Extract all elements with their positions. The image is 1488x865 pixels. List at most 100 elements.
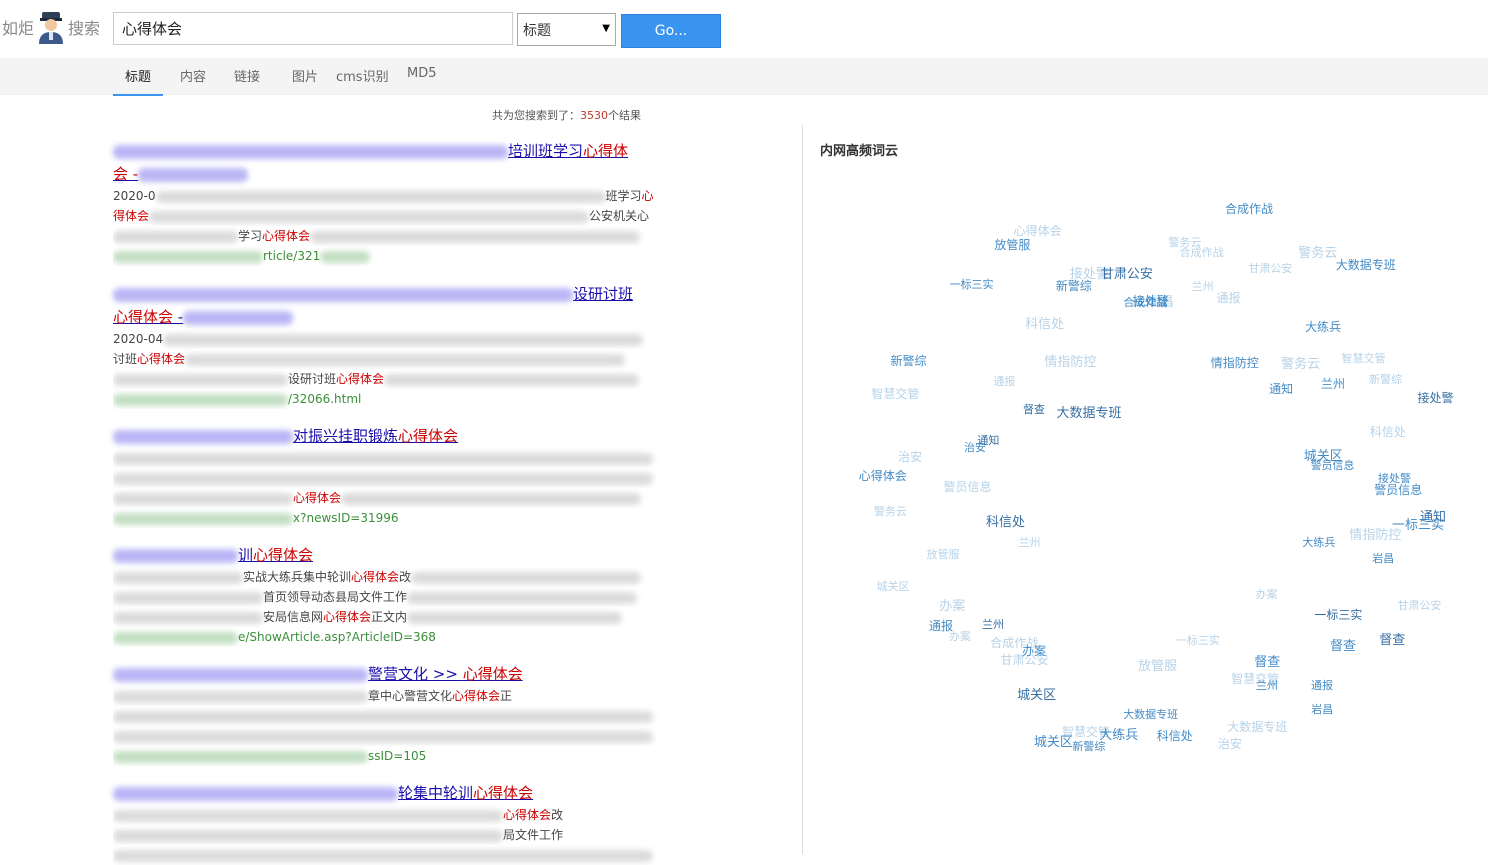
word-cloud-term[interactable]: 兰州 (982, 616, 1004, 632)
word-cloud-term[interactable]: 心得体会 (859, 467, 907, 484)
word-cloud-term[interactable]: 新警综 (890, 352, 926, 369)
site-logo[interactable]: 如炬 搜索 (2, 7, 100, 47)
word-cloud-term[interactable]: 放管服 (1138, 655, 1177, 674)
word-cloud-term[interactable]: 城关区 (1304, 445, 1343, 464)
word-cloud-term[interactable]: 通报 (1216, 289, 1240, 306)
tab-md5[interactable]: MD5 (407, 66, 437, 90)
result-url[interactable]: ssID=105 (113, 746, 661, 766)
result-title-link[interactable]: 对振兴挂职锻炼心得体会 (113, 425, 661, 448)
word-cloud-term[interactable]: 督查 (1379, 629, 1405, 648)
result-title-link[interactable]: 警营文化 >> 心得体会 (113, 663, 661, 686)
result-url[interactable]: rticle/321 (113, 246, 661, 266)
word-cloud-term[interactable]: 情指防控 (1211, 354, 1259, 371)
word-cloud-term[interactable]: 通报 (993, 373, 1015, 389)
word-cloud-term[interactable]: 办案 (939, 595, 965, 614)
word-cloud-term[interactable]: 接处警 (1133, 292, 1169, 309)
result-snippet (113, 448, 661, 468)
word-cloud-term[interactable]: 警务云 (1281, 353, 1320, 372)
word-cloud-term[interactable]: 接处警 (1418, 389, 1454, 406)
word-cloud-term[interactable]: 甘肃公安 (1248, 260, 1292, 276)
word-cloud-term[interactable]: 治安 (1218, 735, 1242, 752)
word-cloud-term[interactable]: 督查 (1254, 651, 1280, 670)
result-url[interactable]: e/ShowArticle.asp?ArticleID=368 (113, 627, 661, 647)
word-cloud-term[interactable]: 一标三实 (1176, 632, 1220, 648)
result-snippet: 首页领导动态县局文件工作 (113, 587, 661, 607)
result-title-link[interactable]: 轮集中轮训心得体会 (113, 782, 661, 805)
word-cloud-term[interactable]: 警务云 (1298, 242, 1337, 261)
word-cloud-term[interactable]: 科信处 (1025, 313, 1064, 332)
word-cloud-term[interactable]: 大练兵 (1302, 534, 1335, 550)
result-title-link[interactable]: 训心得体会 (113, 544, 661, 567)
result-count-number: 3530 (580, 109, 608, 122)
word-cloud-term[interactable]: 合成作战 (1225, 200, 1273, 217)
result-snippet: 设研讨班心得体会 (113, 369, 661, 389)
tab-content[interactable]: 内容 (180, 66, 206, 94)
word-cloud-term[interactable]: 办案 (1256, 586, 1278, 602)
word-cloud-term[interactable]: 大练兵 (1305, 318, 1341, 335)
word-cloud-term[interactable]: 兰州 (1192, 278, 1214, 294)
word-cloud-term[interactable]: 一标三实 (1392, 514, 1444, 533)
word-cloud-term[interactable]: 智慧交管 (1062, 723, 1110, 740)
word-cloud-term[interactable]: 大数据专班 (1336, 256, 1396, 273)
word-cloud-term[interactable]: 岩昌 (1311, 701, 1333, 717)
go-button[interactable]: Go... (621, 14, 721, 48)
result-item: 警营文化 >> 心得体会 章中心警营文化心得体会正 ssID=105 (113, 663, 661, 766)
result-title-link[interactable]: 培训班学习心得体 会 - (113, 140, 661, 186)
word-cloud-term[interactable]: 科信处 (1370, 423, 1406, 440)
word-cloud-term[interactable]: 督查 (1330, 635, 1356, 654)
word-cloud-term[interactable]: 放管服 (994, 236, 1030, 253)
word-cloud-term[interactable]: 大数据专班 (1227, 718, 1287, 735)
word-cloud-term[interactable]: 新警综 (1369, 371, 1402, 387)
result-snippet: 学习心得体会 (113, 226, 661, 246)
police-avatar-icon (36, 10, 66, 44)
word-cloud-term[interactable]: 智慧交管 (871, 385, 919, 402)
word-cloud-term[interactable]: 治安 (898, 448, 922, 465)
word-cloud-term[interactable]: 城关区 (1017, 684, 1056, 703)
result-snippet: 实战大练兵集中轮训心得体会改 (113, 567, 661, 587)
word-cloud-term[interactable]: 科信处 (1157, 727, 1193, 744)
word-cloud-term[interactable]: 兰州 (1018, 534, 1040, 550)
search-field-select[interactable]: 标题 ▼ (517, 13, 616, 46)
word-cloud-term[interactable]: 情指防控 (1044, 351, 1096, 370)
result-url[interactable]: /32066.html (113, 389, 661, 409)
tab-title[interactable]: 标题 (113, 66, 164, 96)
word-cloud-term[interactable]: 大数据专班 (1123, 706, 1178, 722)
search-input[interactable] (113, 12, 513, 45)
word-cloud-term[interactable]: 科信处 (986, 511, 1025, 530)
word-cloud-term[interactable]: 合成作战 (1180, 244, 1224, 260)
word-cloud-term[interactable]: 警务云 (874, 503, 907, 519)
word-cloud-term[interactable]: 警员信息 (1374, 481, 1422, 498)
result-url[interactable]: x?newsID=31996 (113, 508, 661, 528)
word-cloud-term[interactable]: 智慧交管 (1342, 350, 1386, 366)
tab-image[interactable]: 图片 (292, 66, 318, 94)
word-cloud-term[interactable]: 放管服 (926, 546, 959, 562)
word-cloud-term[interactable]: 甘肃公安 (1000, 651, 1048, 668)
logo-text-right: 搜索 (68, 19, 101, 38)
word-cloud-term[interactable]: 甘肃公安 (1397, 597, 1441, 613)
word-cloud-term[interactable]: 大数据专班 (1057, 402, 1122, 421)
tab-cms[interactable]: cms识别 (336, 66, 389, 94)
word-cloud-term[interactable]: 城关区 (877, 578, 910, 594)
word-cloud-term[interactable]: 通知 (1269, 380, 1293, 397)
word-cloud-term[interactable]: 督查 (1023, 401, 1045, 417)
word-cloud-term[interactable]: 通知 (977, 432, 999, 448)
result-title-link[interactable]: 设研讨班 心得体会 - (113, 283, 661, 329)
result-snippet (113, 468, 661, 488)
word-cloud-term[interactable]: 一标三实 (950, 276, 994, 292)
word-cloud-term[interactable]: 新警综 (1056, 277, 1092, 294)
word-cloud-term[interactable]: 甘肃公安 (1101, 263, 1153, 282)
word-cloud-term[interactable]: 办案 (949, 628, 971, 644)
result-snippet: 2020-0 班学习心 (113, 189, 654, 203)
word-cloud-term[interactable]: 合成作战 (990, 634, 1038, 651)
word-cloud-term[interactable]: 兰州 (1256, 677, 1278, 693)
tab-link[interactable]: 链接 (234, 66, 260, 94)
result-snippet: 局文件工作 (113, 825, 661, 845)
word-cloud-term[interactable]: 通报 (1311, 677, 1333, 693)
word-cloud-term[interactable]: 岩昌 (1372, 550, 1394, 566)
result-snippet: 安局信息网心得体会正文内 (113, 607, 661, 627)
result-snippet: 得体会 公安机关心 (113, 209, 650, 223)
result-item: 培训班学习心得体 会 - 2020-0 班学习心 得体会 公安机关心 学习心得体会 … (113, 140, 661, 266)
word-cloud-term[interactable]: 一标三实 (1314, 606, 1362, 623)
word-cloud-term[interactable]: 兰州 (1321, 375, 1345, 392)
word-cloud-term[interactable]: 警员信息 (943, 478, 991, 495)
